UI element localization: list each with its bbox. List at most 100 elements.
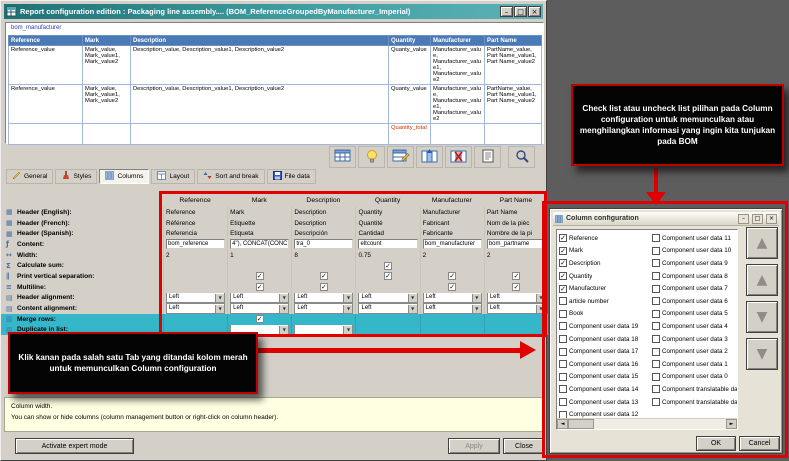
checkbox-icon[interactable]	[652, 372, 660, 381]
column-config-item[interactable]: Book	[559, 308, 649, 321]
grid-checkbox[interactable]: ✓	[319, 283, 328, 292]
alignment-dropdown[interactable]: Left ▼	[166, 303, 226, 314]
dialog-minimize-button[interactable]: –	[738, 213, 749, 224]
checkbox-icon[interactable]	[652, 234, 660, 243]
checkbox-icon[interactable]	[652, 259, 660, 268]
content-formula-field[interactable]: bom_partname	[486, 239, 546, 250]
cancel-button[interactable]: Cancel	[739, 436, 780, 451]
grid-column-header[interactable]: Part Name	[484, 197, 548, 204]
checkbox-icon[interactable]	[652, 297, 660, 306]
tab-general[interactable]: General	[6, 169, 54, 184]
grid-checkbox[interactable]: ✓	[319, 272, 328, 281]
checkbox-icon[interactable]	[652, 322, 660, 331]
alignment-dropdown[interactable]: Left ▼	[422, 303, 482, 314]
checkbox-icon[interactable]	[559, 347, 567, 356]
column-config-item[interactable]: ✓ Quantity	[559, 270, 649, 283]
content-formula-field[interactable]: eltcount	[358, 239, 418, 250]
checkbox-icon[interactable]	[652, 347, 660, 356]
horizontal-scrollbar[interactable]: ◄ ►	[557, 418, 737, 429]
apply-button[interactable]: Apply	[448, 438, 500, 454]
alignment-dropdown[interactable]: Left ▼	[358, 303, 418, 314]
move-bottom-button[interactable]: ▼	[746, 338, 778, 370]
checkbox-icon[interactable]	[559, 385, 567, 394]
column-config-item[interactable]: ✓ Mark	[559, 245, 649, 258]
dialog-titlebar[interactable]: Column configuration – □ ×	[553, 212, 779, 226]
checkbox-icon[interactable]	[559, 335, 567, 344]
close-button[interactable]: Close	[503, 438, 545, 454]
window-titlebar[interactable]: Report configuration edition : Packaging…	[4, 4, 543, 19]
grid-checkbox[interactable]: ✓	[384, 261, 393, 270]
checkbox-icon[interactable]	[652, 272, 660, 281]
column-config-item[interactable]: Component user data 18	[559, 333, 649, 346]
alignment-dropdown[interactable]: Left ▼	[294, 292, 354, 304]
close-icon[interactable]: ×	[528, 6, 541, 17]
column-config-item[interactable]: Component user data 3	[652, 333, 737, 346]
tab-layout[interactable]: Layout	[151, 169, 196, 184]
column-config-item[interactable]: article number	[559, 295, 649, 308]
report-preview-button[interactable]	[474, 146, 501, 168]
column-config-item[interactable]: ✓ Manufacturer	[559, 282, 649, 295]
column-config-item[interactable]: ✓ Reference	[559, 232, 649, 245]
grid-checkbox[interactable]: ✓	[255, 283, 264, 292]
column-config-item[interactable]: Component user data 5	[652, 308, 737, 321]
column-config-item[interactable]: Component user data 8	[652, 270, 737, 283]
content-formula-field[interactable]: bom_reference	[166, 239, 226, 250]
dialog-close-icon[interactable]: ×	[766, 213, 777, 224]
grid-checkbox[interactable]: ✓	[255, 315, 264, 324]
tab-sort-and-break[interactable]: Sort and break	[197, 169, 265, 184]
insert-column-button[interactable]	[416, 146, 443, 168]
column-config-item[interactable]: Component translatable dat	[652, 383, 737, 396]
column-config-item[interactable]: Component user data 9	[652, 257, 737, 270]
move-up-button[interactable]: ▲	[746, 264, 778, 296]
checkbox-icon[interactable]	[652, 385, 660, 394]
grid-column-header[interactable]: Manufacturer	[420, 197, 484, 204]
ok-button[interactable]: OK	[696, 436, 736, 451]
alignment-dropdown[interactable]: Left ▼	[358, 292, 418, 304]
scroll-left-button[interactable]: ◄	[557, 419, 568, 429]
grid-checkbox[interactable]: ✓	[448, 272, 457, 281]
column-config-item[interactable]: Component user data 10	[652, 245, 737, 258]
column-config-item[interactable]: ✓ Description	[559, 257, 649, 270]
grid-checkbox[interactable]: ✓	[448, 283, 457, 292]
minimize-button[interactable]: –	[500, 6, 513, 17]
content-formula-field[interactable]: tra_0	[294, 239, 354, 250]
column-config-item[interactable]: Component user data 11	[652, 232, 737, 245]
alignment-dropdown[interactable]: Left ▼	[166, 292, 226, 304]
checkbox-icon[interactable]	[652, 360, 660, 369]
grid-checkbox[interactable]: ✓	[512, 272, 521, 281]
column-config-item[interactable]: Component user data 6	[652, 295, 737, 308]
alignment-dropdown[interactable]: Left ▼	[486, 303, 546, 314]
grid-column-header[interactable]: Quantity	[355, 197, 419, 204]
column-config-item[interactable]: Component user data 4	[652, 320, 737, 333]
checkbox-icon[interactable]	[559, 372, 567, 381]
move-top-button[interactable]: ▲	[746, 227, 778, 259]
tab-styles[interactable]: Styles	[55, 169, 98, 184]
checkbox-icon[interactable]	[652, 335, 660, 344]
scrollbar-track[interactable]	[594, 419, 726, 429]
checkbox-icon[interactable]: ✓	[559, 259, 567, 268]
checkbox-icon[interactable]	[559, 398, 567, 407]
alignment-dropdown[interactable]: ▼	[294, 324, 354, 336]
move-down-button[interactable]: ▼	[746, 301, 778, 333]
checkbox-icon[interactable]: ✓	[559, 272, 567, 281]
column-config-item[interactable]: Component user data 2	[652, 345, 737, 358]
checkbox-icon[interactable]	[559, 297, 567, 306]
checkbox-icon[interactable]	[652, 246, 660, 255]
grid-checkbox[interactable]: ✓	[512, 283, 521, 292]
grid-column-header[interactable]: Description	[291, 197, 355, 204]
alignment-dropdown[interactable]: Left ▼	[230, 292, 290, 304]
scroll-right-button[interactable]: ►	[726, 419, 737, 429]
remove-column-button[interactable]	[445, 146, 472, 168]
dialog-maximize-button[interactable]: □	[752, 213, 763, 224]
checkbox-icon[interactable]	[652, 309, 660, 318]
column-config-item[interactable]: Component user data 14	[559, 383, 649, 396]
checkbox-icon[interactable]	[559, 322, 567, 331]
column-config-item[interactable]: Component user data 19	[559, 320, 649, 333]
checkbox-icon[interactable]	[559, 309, 567, 318]
alignment-dropdown[interactable]: Left ▼	[486, 292, 546, 304]
hint-button[interactable]	[358, 146, 385, 168]
column-config-item[interactable]: Component user data 17	[559, 345, 649, 358]
maximize-button[interactable]: □	[514, 6, 527, 17]
grid-column-header[interactable]: Mark	[227, 197, 291, 204]
column-config-item[interactable]: Component user data 0	[652, 371, 737, 384]
